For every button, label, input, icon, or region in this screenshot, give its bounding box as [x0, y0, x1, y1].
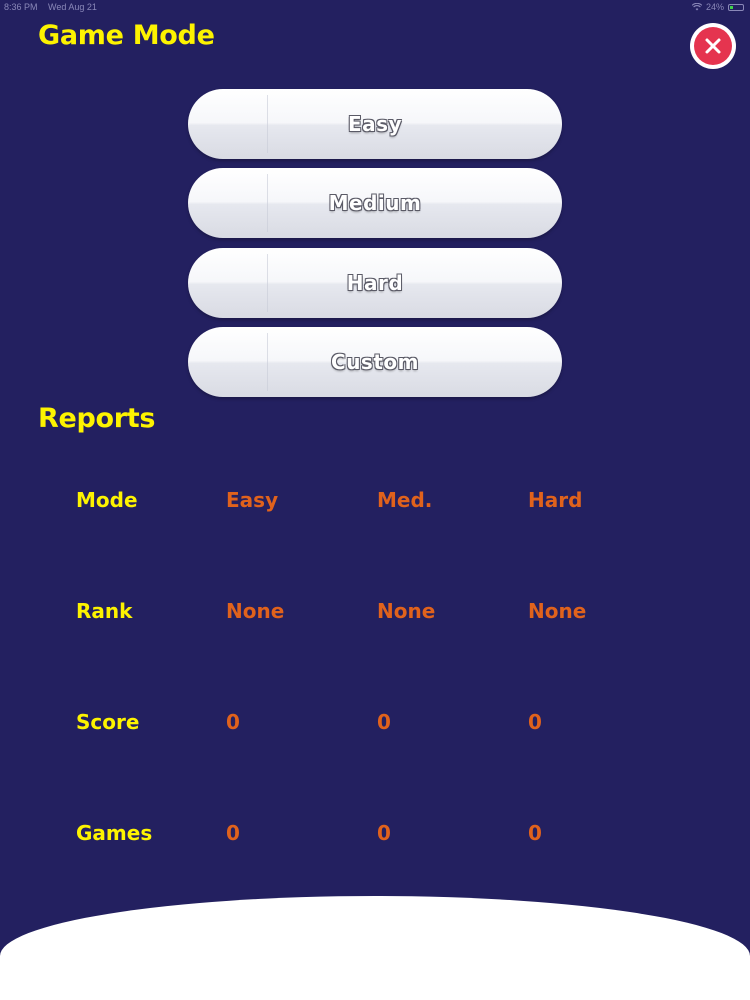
hard-mode-label: Hard [346, 271, 404, 295]
report-label-games: Games [76, 821, 153, 845]
report-row-rank: Rank None None None [0, 599, 750, 629]
report-value: Easy [226, 488, 279, 512]
report-value: 0 [528, 821, 542, 845]
game-mode-title: Game Mode [38, 20, 215, 51]
custom-mode-button[interactable]: Custom [188, 327, 562, 397]
status-left: 8:36 PM Wed Aug 21 [4, 2, 105, 12]
medium-mode-button[interactable]: Medium [188, 168, 562, 238]
medium-mode-label: Medium [328, 191, 422, 215]
status-bar: 8:36 PM Wed Aug 21 24% [0, 0, 750, 14]
report-value: None [226, 599, 285, 623]
status-date: Wed Aug 21 [48, 2, 97, 12]
hard-mode-button[interactable]: Hard [188, 248, 562, 318]
button-divider [267, 95, 268, 153]
close-icon [694, 27, 732, 65]
report-value: 0 [528, 710, 542, 734]
wifi-icon [691, 3, 702, 11]
report-value: 0 [377, 821, 391, 845]
reports-title: Reports [38, 403, 156, 434]
report-row-mode: Mode Easy Med. Hard [0, 488, 750, 518]
close-button[interactable] [690, 23, 736, 69]
status-right: 24% [691, 2, 744, 12]
battery-percent: 24% [705, 2, 724, 12]
button-divider [267, 333, 268, 391]
report-value: Med. [377, 488, 433, 512]
report-value: None [528, 599, 587, 623]
report-value: None [377, 599, 436, 623]
report-value: 0 [226, 821, 240, 845]
custom-mode-label: Custom [331, 350, 419, 374]
report-row-score: Score 0 0 0 [0, 710, 750, 740]
report-row-games: Games 0 0 0 [0, 821, 750, 851]
easy-mode-label: Easy [347, 112, 403, 136]
report-value: Hard [528, 488, 583, 512]
report-value: 0 [226, 710, 240, 734]
report-label-score: Score [76, 710, 140, 734]
button-divider [267, 174, 268, 232]
battery-icon [728, 3, 744, 11]
status-time: 8:36 PM [4, 2, 38, 12]
easy-mode-button[interactable]: Easy [188, 89, 562, 159]
button-divider [267, 254, 268, 312]
bottom-panel [0, 896, 750, 1000]
report-value: 0 [377, 710, 391, 734]
report-label-rank: Rank [76, 599, 133, 623]
report-label-mode: Mode [76, 488, 138, 512]
